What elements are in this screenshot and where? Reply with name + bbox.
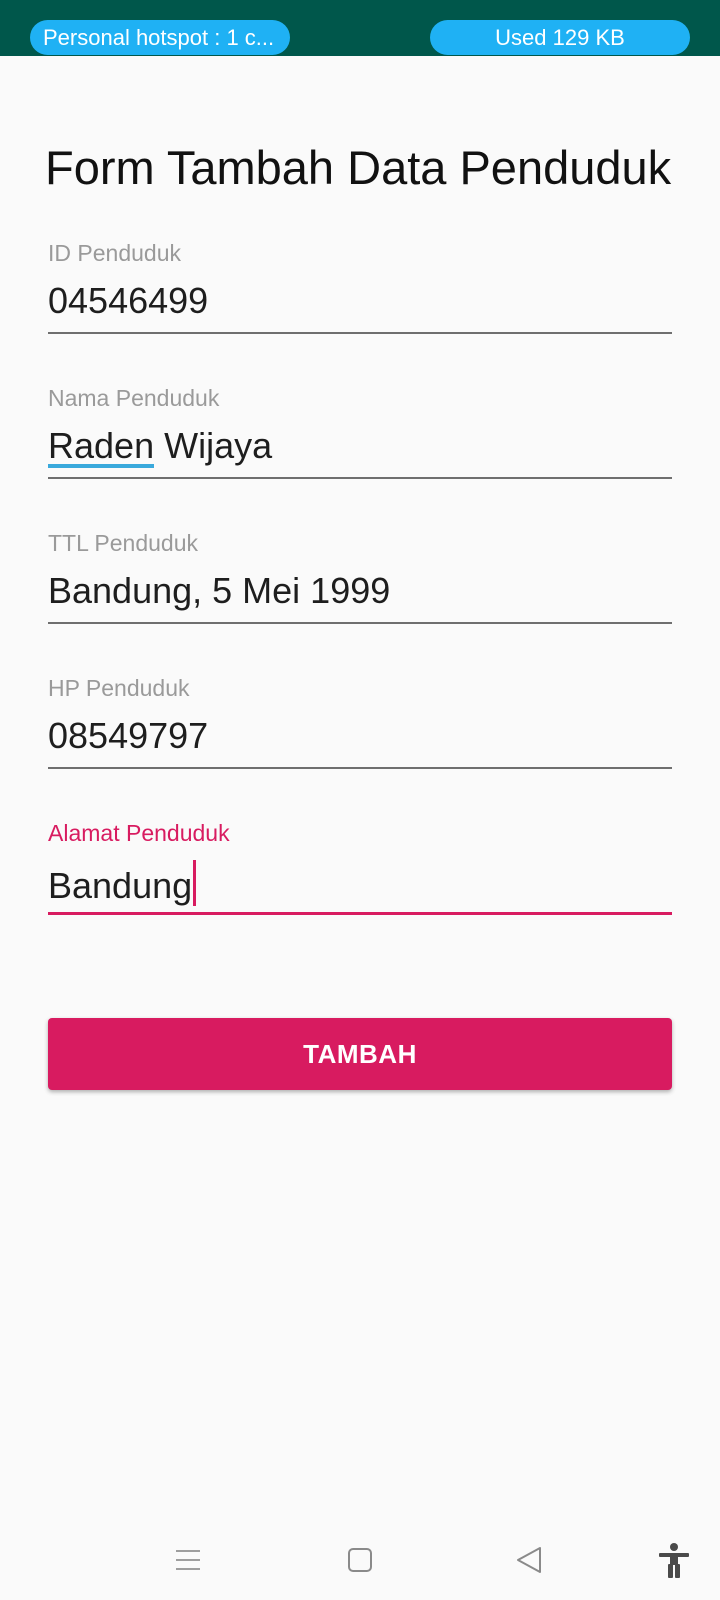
hp-penduduk-underline: [48, 767, 672, 769]
id-penduduk-field[interactable]: ID Penduduk 04546499: [48, 240, 672, 340]
back-icon[interactable]: [510, 1540, 550, 1580]
alamat-penduduk-text: Bandung: [48, 865, 193, 906]
status-bar: Personal hotspot : 1 c... Used 129 KB: [0, 0, 720, 56]
ttl-penduduk-underline: [48, 622, 672, 624]
id-penduduk-underline: [48, 332, 672, 334]
ttl-penduduk-field[interactable]: TTL Penduduk Bandung, 5 Mei 1999: [48, 530, 672, 630]
hotspot-label: Personal hotspot : 1 c...: [43, 25, 275, 50]
hotspot-pill[interactable]: Personal hotspot : 1 c...: [30, 20, 290, 55]
navigation-bar: [0, 1520, 720, 1600]
nama-penduduk-label: Nama Penduduk: [48, 385, 220, 411]
id-penduduk-input[interactable]: 04546499: [48, 280, 208, 322]
nama-penduduk-input[interactable]: Raden Wijaya: [48, 425, 272, 467]
alamat-penduduk-field[interactable]: Alamat Penduduk Bandung: [48, 820, 672, 920]
id-penduduk-label: ID Penduduk: [48, 240, 181, 266]
alamat-penduduk-label: Alamat Penduduk: [48, 820, 230, 846]
hp-penduduk-field[interactable]: HP Penduduk 08549797: [48, 675, 672, 775]
ttl-penduduk-label: TTL Penduduk: [48, 530, 199, 556]
accessibility-icon[interactable]: [654, 1540, 694, 1580]
menu-icon[interactable]: [168, 1540, 208, 1580]
data-usage-label: Used 129 KB: [495, 25, 625, 50]
nama-penduduk-underline: [48, 477, 672, 479]
home-icon[interactable]: [340, 1540, 380, 1580]
alamat-penduduk-underline: [48, 912, 672, 915]
tambah-button[interactable]: TAMBAH: [48, 1018, 672, 1090]
text-cursor: [193, 860, 197, 906]
spellcheck-word: Raden: [48, 425, 155, 466]
data-usage-pill[interactable]: Used 129 KB: [430, 20, 690, 55]
alamat-penduduk-input[interactable]: Bandung: [48, 860, 197, 907]
hp-penduduk-label: HP Penduduk: [48, 675, 190, 701]
nama-penduduk-rest: Wijaya: [154, 425, 273, 466]
nama-penduduk-field[interactable]: Nama Penduduk Raden Wijaya: [48, 385, 672, 485]
page-title: Form Tambah Data Penduduk: [45, 141, 672, 194]
ttl-penduduk-input[interactable]: Bandung, 5 Mei 1999: [48, 570, 390, 612]
hp-penduduk-input[interactable]: 08549797: [48, 715, 208, 757]
